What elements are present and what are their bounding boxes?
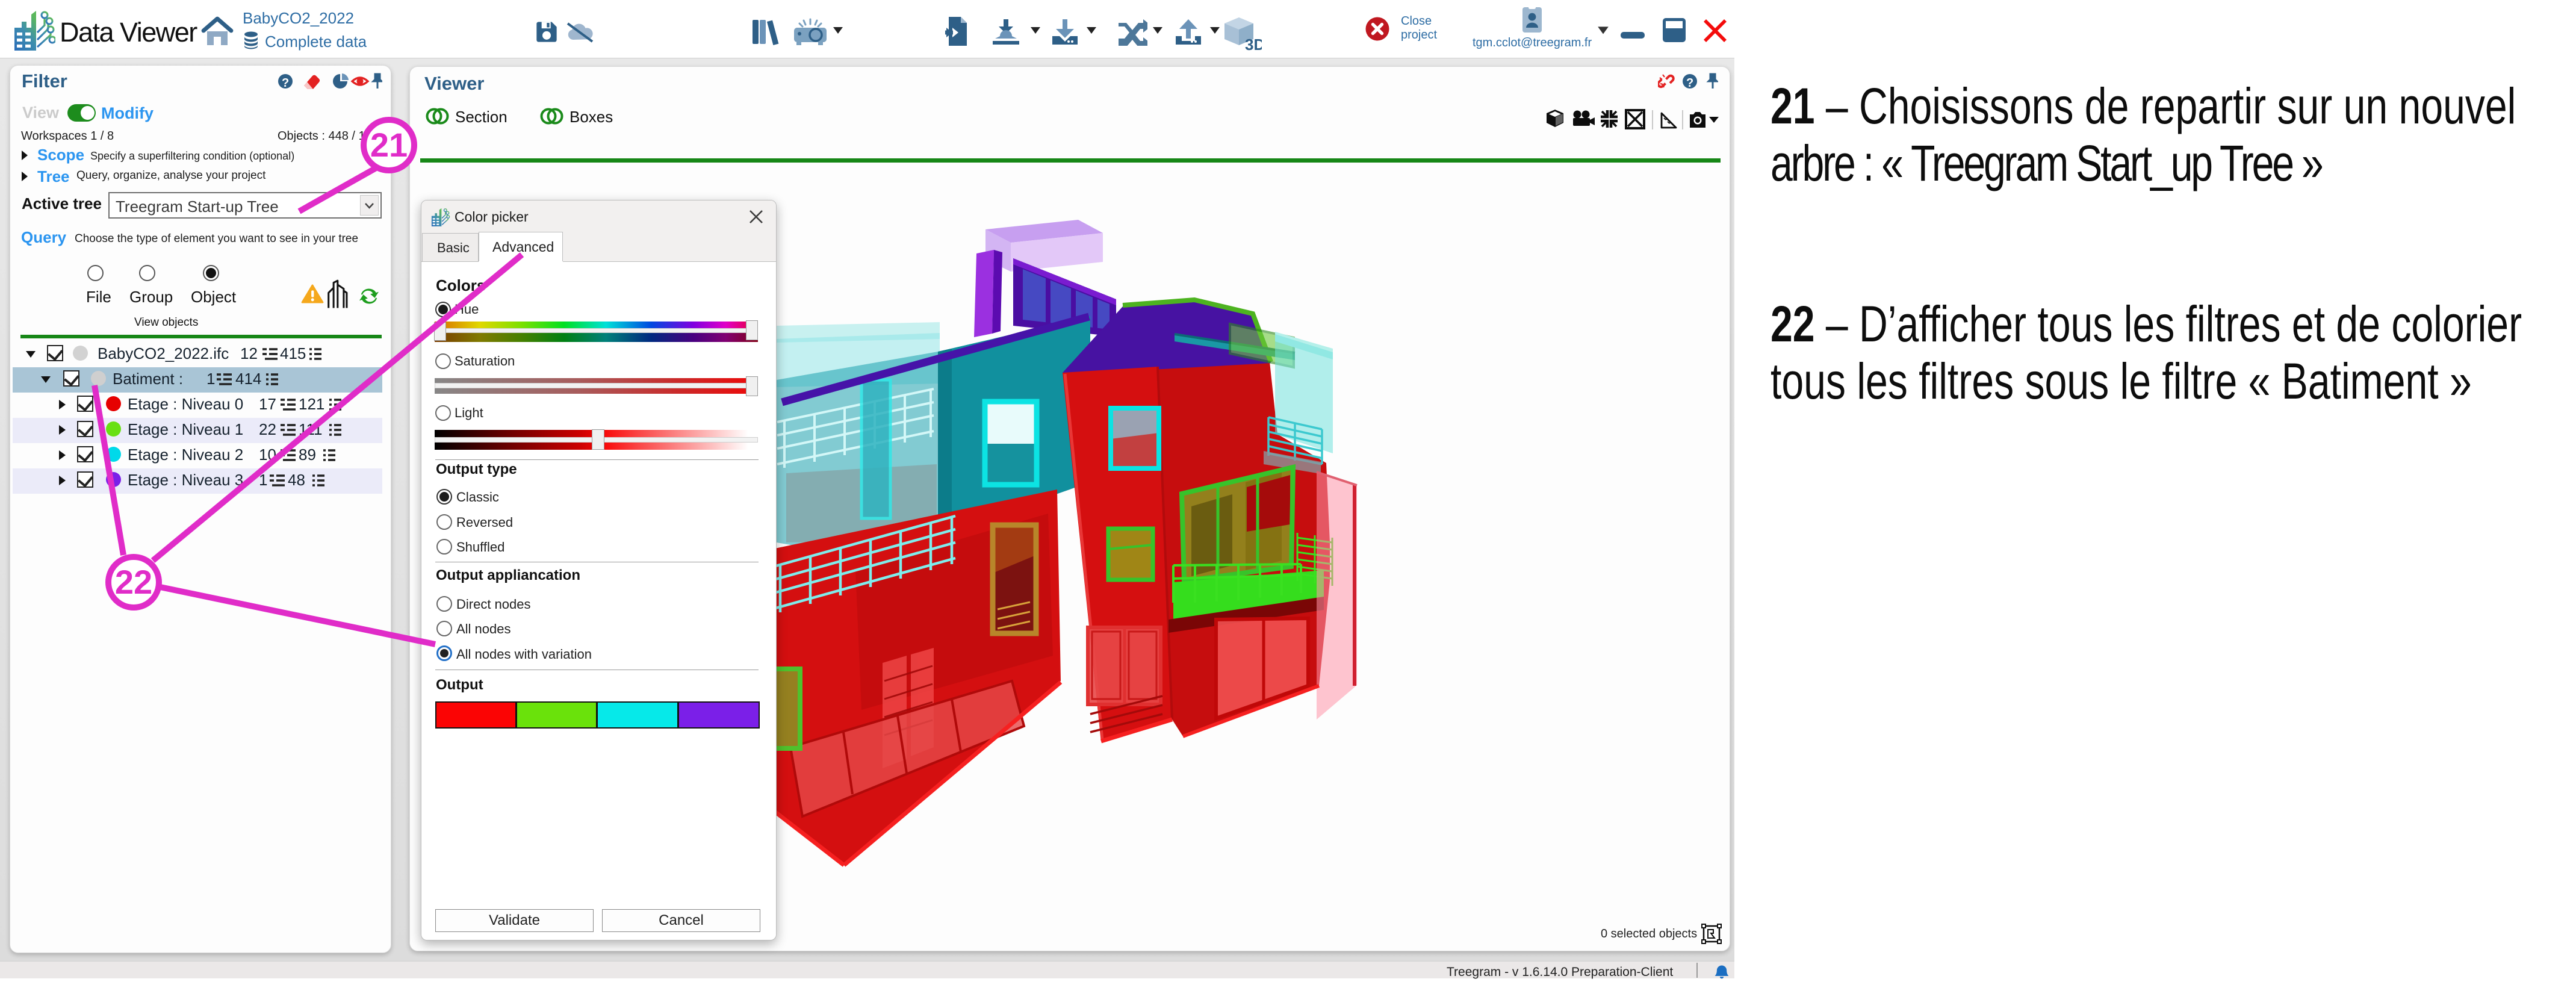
svg-text:21: 21 <box>370 126 408 164</box>
svg-text:22: 22 <box>115 563 152 601</box>
